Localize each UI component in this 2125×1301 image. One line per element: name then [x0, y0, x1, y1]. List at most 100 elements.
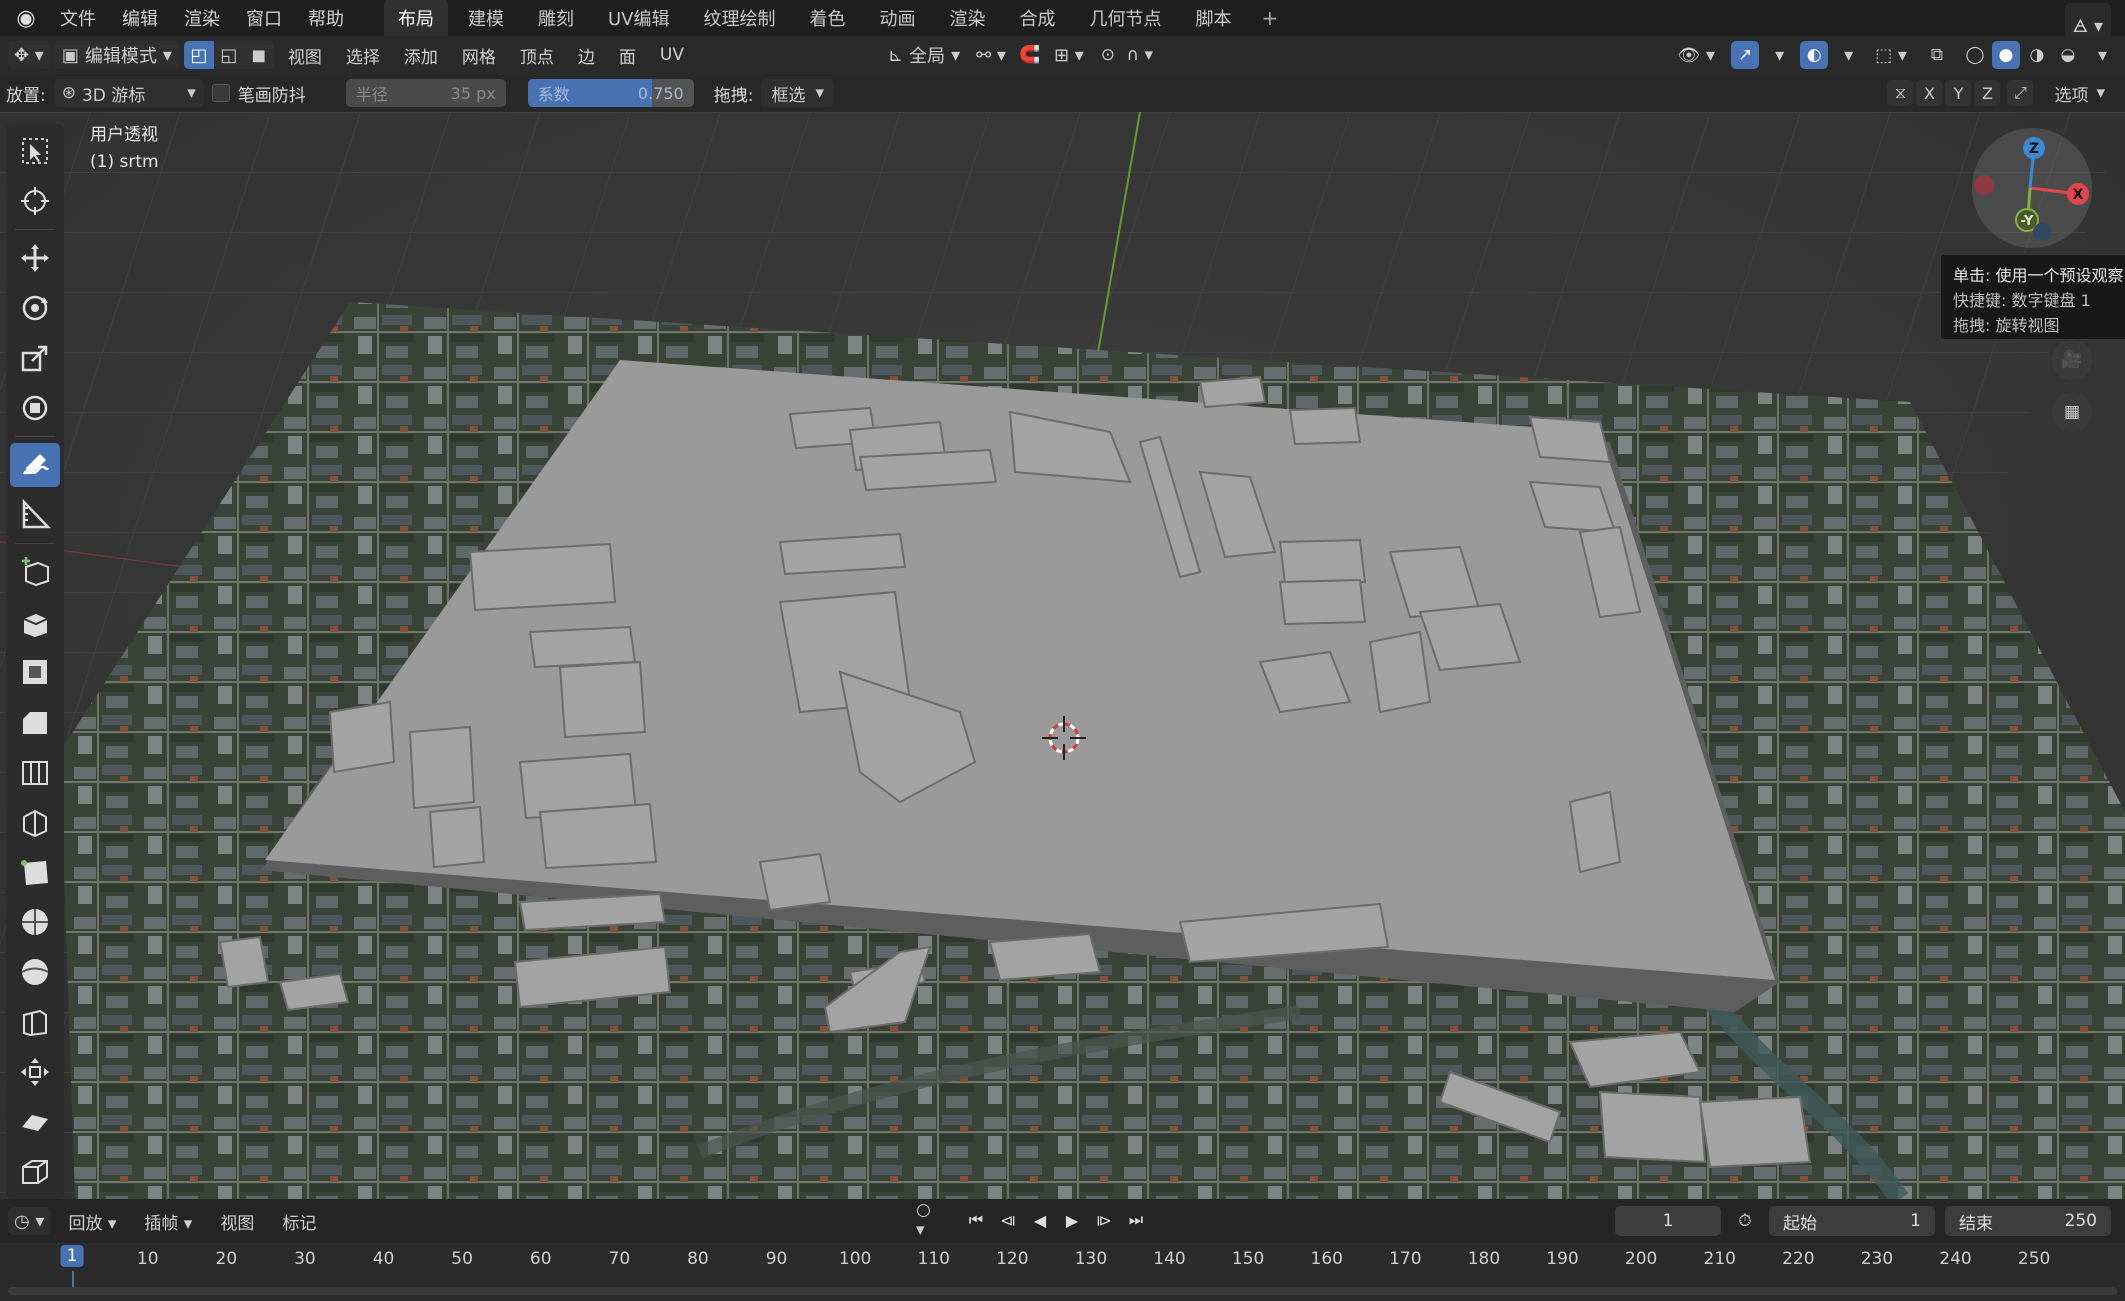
- menu-face[interactable]: 面: [609, 43, 646, 68]
- wireframe-shading-icon[interactable]: ◯: [1961, 41, 1989, 69]
- tab-sculpting[interactable]: 雕刻: [524, 0, 588, 37]
- move-tool-icon[interactable]: [10, 236, 60, 280]
- overlays-toggle-icon[interactable]: ◐: [1800, 41, 1829, 69]
- shear-tool-icon[interactable]: [10, 1100, 60, 1144]
- visibility-icon[interactable]: 👁 ▾: [1671, 41, 1721, 69]
- loop-cut-tool-icon[interactable]: [10, 750, 60, 794]
- menu-edge[interactable]: 边: [568, 43, 605, 68]
- radius-slider[interactable]: 半径 35 px: [345, 79, 506, 107]
- transform-tool-icon[interactable]: [10, 386, 60, 430]
- menu-mesh[interactable]: 网格: [452, 43, 506, 68]
- snap-target-icon[interactable]: ⊞ ▾: [1048, 41, 1090, 69]
- tab-scripting[interactable]: 脚本: [1182, 0, 1246, 37]
- stroke-stabilize-checkbox[interactable]: [211, 84, 230, 102]
- menu-help[interactable]: 帮助: [298, 5, 354, 31]
- tab-modeling[interactable]: 建模: [454, 0, 518, 37]
- shading-dropdown-icon[interactable]: ▾: [2092, 41, 2113, 69]
- knife-tool-icon[interactable]: [10, 800, 60, 844]
- prev-keyframe-icon[interactable]: ⧏: [994, 1206, 1022, 1234]
- xray-toggle-icon[interactable]: ⧉: [1923, 41, 1951, 69]
- blender-logo-icon[interactable]: ◉: [8, 6, 44, 31]
- editor-type-dropdown[interactable]: ✥ ▾: [8, 41, 50, 69]
- scale-tool-icon[interactable]: [10, 336, 60, 380]
- preview-range-icon[interactable]: ⏱: [1731, 1207, 1759, 1235]
- current-frame-field[interactable]: 1: [1615, 1206, 1721, 1236]
- topology-mirror-icon[interactable]: ⤢: [2007, 80, 2034, 106]
- menu-uv[interactable]: UV: [650, 45, 694, 65]
- proportional-edit-icon[interactable]: ⊙: [1094, 41, 1122, 69]
- mesh-edit-overlays-icon[interactable]: ⬚ ▾: [1869, 41, 1913, 69]
- mode-dropdown[interactable]: ▣ 编辑模式 ▾: [53, 41, 180, 69]
- menu-window[interactable]: 窗口: [236, 5, 292, 31]
- poly-build-tool-icon[interactable]: [10, 850, 60, 894]
- menu-file[interactable]: 文件: [50, 5, 106, 31]
- spin-tool-icon[interactable]: [10, 900, 60, 944]
- edge-slide-tool-icon[interactable]: [10, 1000, 60, 1044]
- menu-vertex[interactable]: 顶点: [510, 43, 564, 68]
- next-keyframe-icon[interactable]: ⧐: [1090, 1206, 1118, 1234]
- play-reverse-icon[interactable]: ◀: [1026, 1206, 1054, 1234]
- menu-view[interactable]: 视图: [278, 43, 332, 68]
- rendered-shading-icon[interactable]: ◒: [2054, 41, 2082, 69]
- cursor-tool-icon[interactable]: [10, 179, 60, 223]
- drag-dropdown[interactable]: 框选 ▾: [761, 79, 835, 107]
- add-cube-tool-icon[interactable]: [10, 550, 60, 594]
- bevel-tool-icon[interactable]: [10, 700, 60, 744]
- rip-region-tool-icon[interactable]: [10, 1150, 60, 1194]
- menu-playback[interactable]: 回放 ▾: [58, 1209, 126, 1234]
- camera-view-icon[interactable]: 🎥: [2052, 340, 2092, 380]
- auto-keying-icon[interactable]: ○ ▾: [916, 1200, 944, 1240]
- tab-compositing[interactable]: 合成: [1006, 0, 1070, 37]
- falloff-icon[interactable]: ∩ ▾: [1126, 41, 1154, 69]
- annotate-tool-icon[interactable]: [10, 443, 60, 487]
- menu-add[interactable]: 添加: [394, 43, 448, 68]
- navigation-gizmo[interactable]: X Z -Y: [1972, 128, 2092, 248]
- gizmo-dropdown-icon[interactable]: ▾: [1769, 41, 1790, 69]
- overlays-dropdown-icon[interactable]: ▾: [1838, 41, 1859, 69]
- end-frame-field[interactable]: 结束 250: [1945, 1206, 2111, 1236]
- mirror-z-button[interactable]: Z: [1974, 80, 2001, 106]
- menu-view-timeline[interactable]: 视图: [210, 1209, 264, 1234]
- rotate-tool-icon[interactable]: [10, 286, 60, 330]
- extrude-tool-icon[interactable]: [10, 600, 60, 644]
- solid-shading-icon[interactable]: ●: [1991, 41, 2020, 69]
- 3d-viewport[interactable]: 用户透视 (1) srtm X Z -Y 单击: 使用一个预设观察 快捷键: 数…: [0, 112, 2125, 1199]
- timeline-ruler[interactable]: 1 10 20 30 40 50 60 70 80 90 100 110 120 130 140 150 160…: [0, 1243, 2125, 1301]
- tab-geometry-nodes[interactable]: 几何节点: [1076, 0, 1176, 37]
- shrink-fatten-tool-icon[interactable]: [10, 1050, 60, 1094]
- mirror-y-button[interactable]: Y: [1945, 80, 1972, 106]
- material-preview-icon[interactable]: ◑: [2023, 41, 2051, 69]
- snap-icon[interactable]: 🧲: [1016, 41, 1044, 69]
- menu-keying[interactable]: 插帧 ▾: [134, 1209, 202, 1234]
- face-select-icon[interactable]: ◼: [244, 41, 274, 69]
- tab-layout[interactable]: 布局: [384, 0, 448, 37]
- timeline-scrollbar[interactable]: [8, 1287, 2117, 1295]
- jump-start-icon[interactable]: ⏮: [962, 1206, 990, 1234]
- measure-tool-icon[interactable]: [10, 493, 60, 537]
- pivot-point-icon[interactable]: ⚯ ▾: [970, 41, 1012, 69]
- placement-dropdown[interactable]: ⊛ 3D 游标 ▾: [53, 79, 204, 107]
- timeline-editor-type-icon[interactable]: ◷ ▾: [8, 1207, 51, 1235]
- menu-edit[interactable]: 编辑: [112, 5, 168, 31]
- menu-marker[interactable]: 标记: [272, 1209, 326, 1234]
- play-icon[interactable]: ▶: [1058, 1206, 1086, 1234]
- smooth-tool-icon[interactable]: [10, 950, 60, 994]
- inset-tool-icon[interactable]: [10, 650, 60, 694]
- ortho-toggle-icon[interactable]: ▦: [2052, 392, 2092, 432]
- factor-slider[interactable]: 系数 0.750: [527, 79, 694, 107]
- gizmo-toggle-icon[interactable]: ↗: [1731, 41, 1760, 69]
- orientation-dropdown[interactable]: ⊾ 全局 ▾: [882, 41, 966, 69]
- tab-uv-editing[interactable]: UV编辑: [594, 0, 684, 37]
- tab-texture-paint[interactable]: 纹理绘制: [690, 0, 790, 37]
- edge-select-icon[interactable]: ◱: [214, 41, 244, 69]
- mirror-icon[interactable]: ⧖: [1887, 80, 1914, 106]
- options-dropdown[interactable]: 选项 ▾: [2048, 79, 2111, 107]
- menu-render[interactable]: 渲染: [174, 5, 230, 31]
- add-workspace-button[interactable]: +: [1252, 6, 1289, 30]
- tab-rendering[interactable]: 渲染: [936, 0, 1000, 37]
- select-box-tool-icon[interactable]: [10, 129, 60, 173]
- tab-shading[interactable]: 着色: [796, 0, 860, 37]
- tab-animation[interactable]: 动画: [866, 0, 930, 37]
- vertex-select-icon[interactable]: ◰: [183, 41, 214, 69]
- mirror-x-button[interactable]: X: [1916, 80, 1943, 106]
